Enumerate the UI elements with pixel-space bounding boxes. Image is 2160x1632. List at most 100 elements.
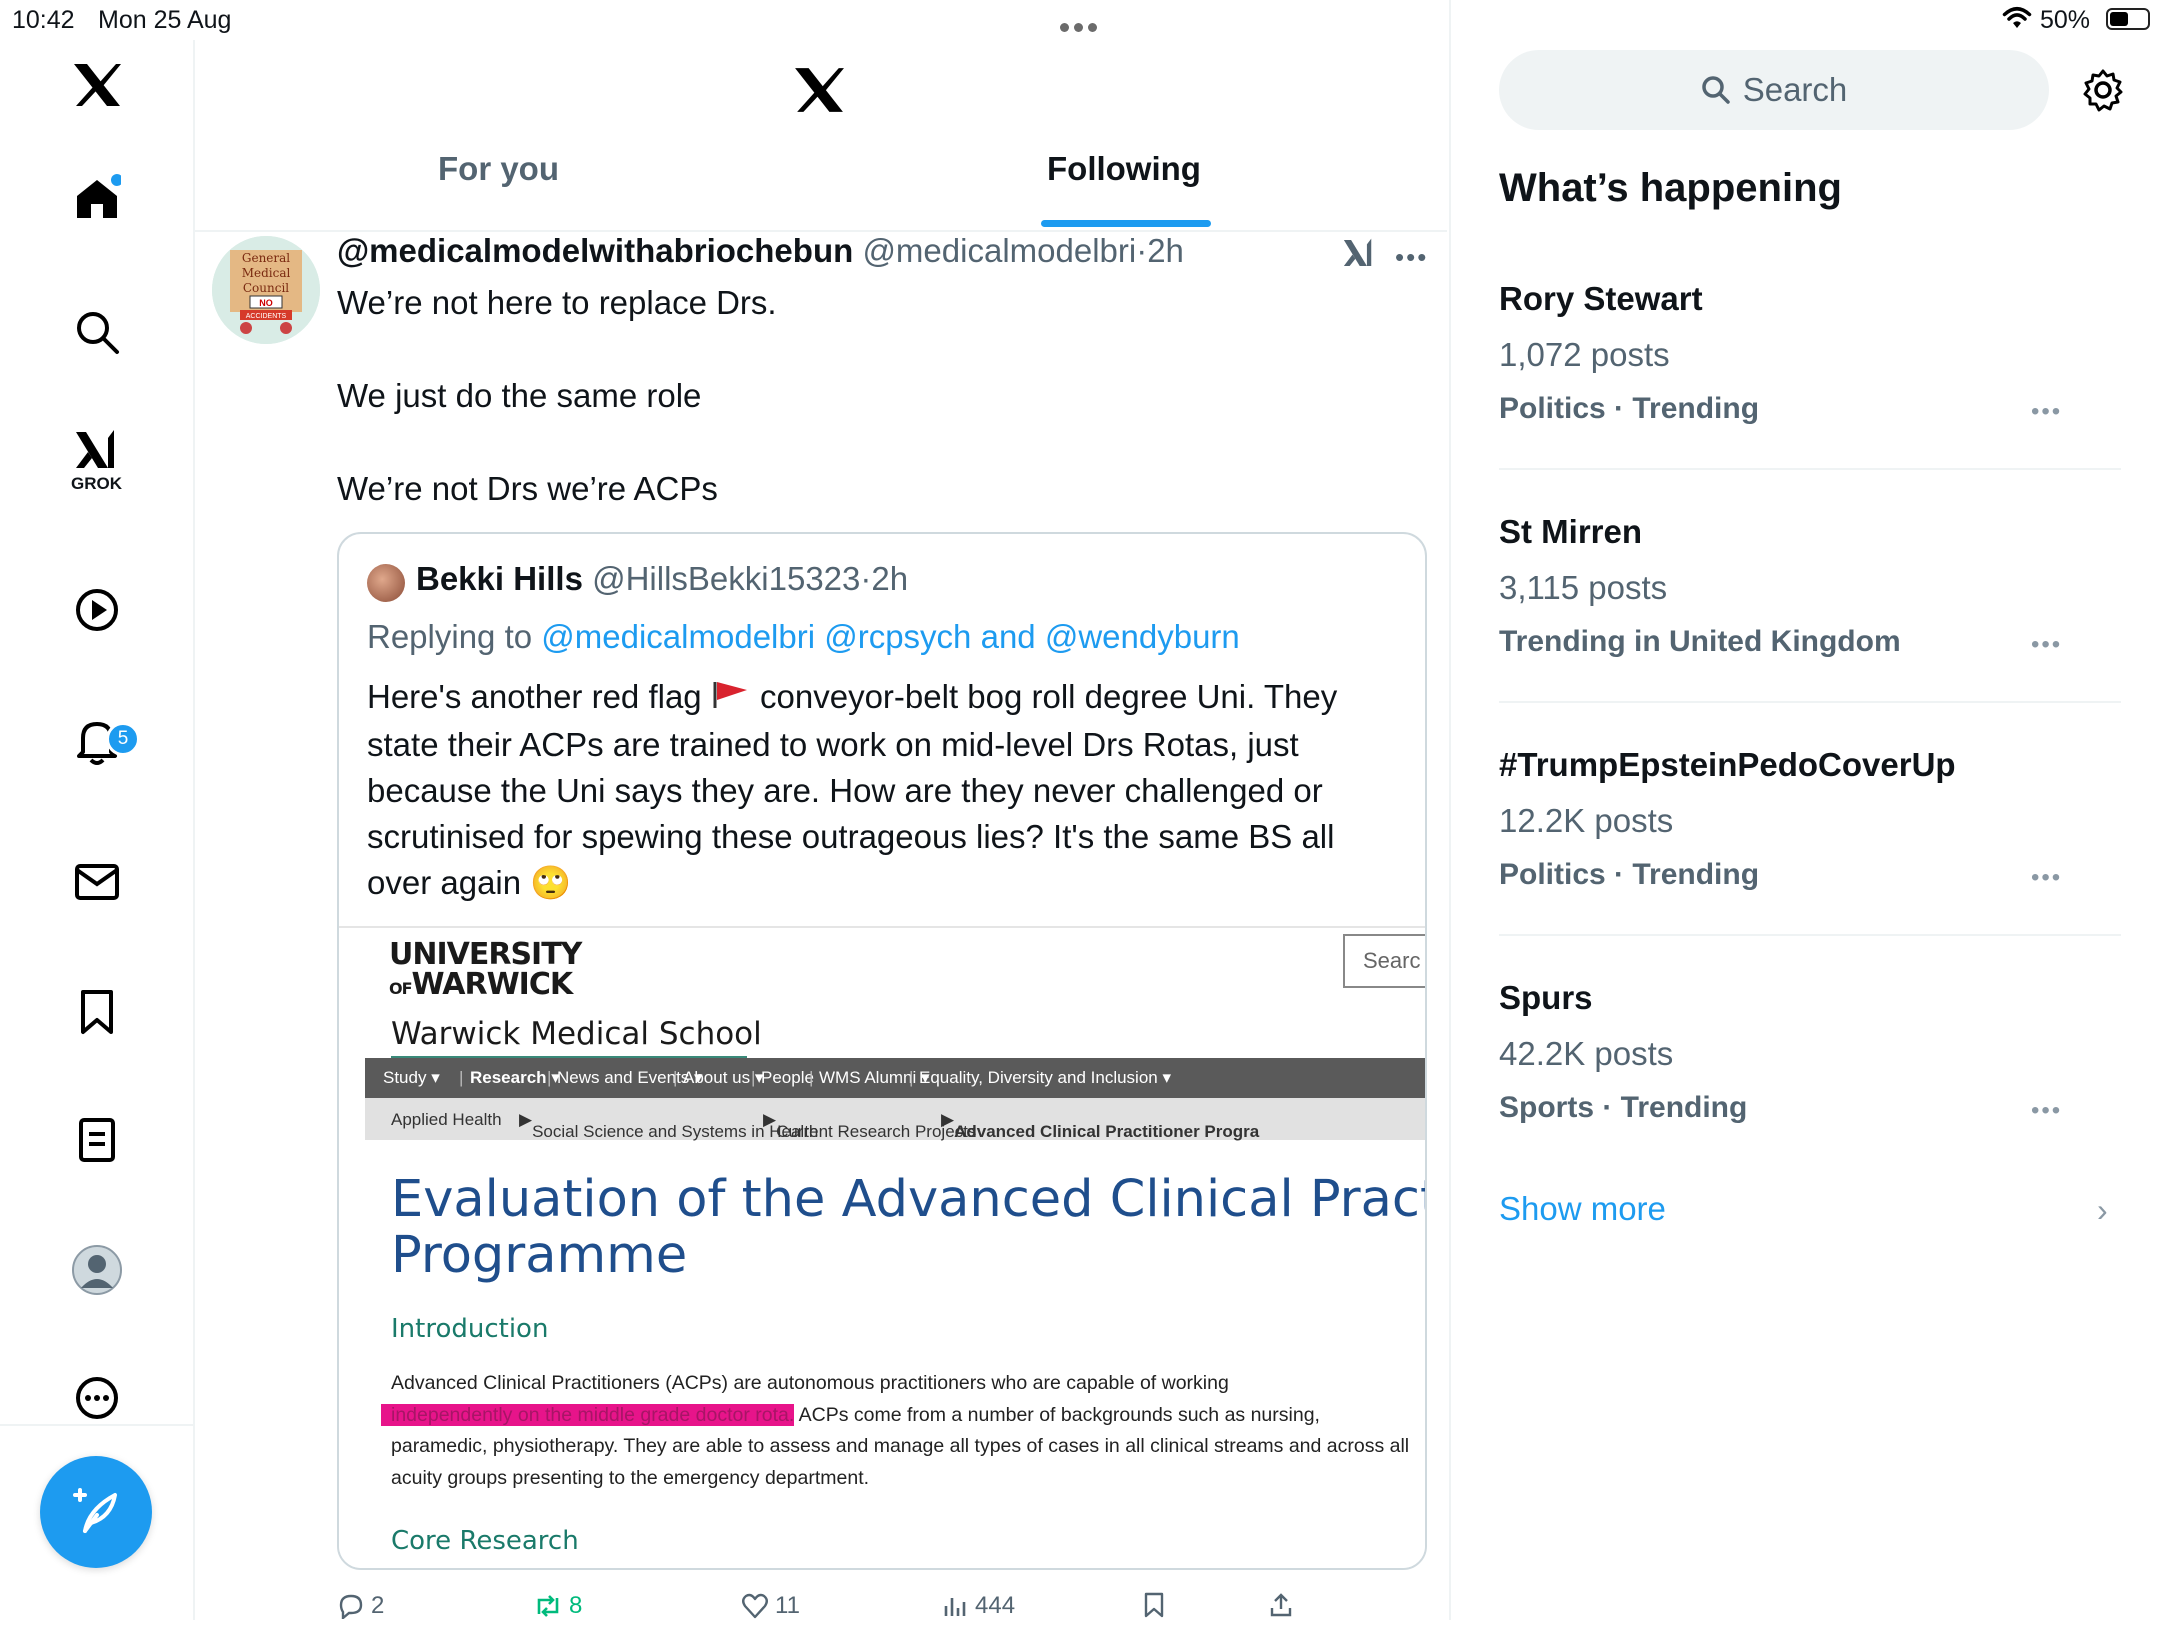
site-breadcrumb: Applied Health ▶ Social Science and Syst… [365,1098,1425,1141]
bookmarks-icon[interactable] [0,988,193,1036]
like-button[interactable]: 11 [741,1592,800,1620]
profile-avatar-icon[interactable] [0,1244,193,1296]
compose-post-button[interactable] [40,1456,152,1568]
x-logo-icon[interactable] [0,62,193,108]
bookmark-button[interactable] [1143,1592,1165,1618]
site-nav-item: Equality, Diversity and Inclusion ▾ [919,1068,1171,1087]
settings-gear-icon[interactable] [2081,68,2125,117]
reply-button[interactable]: 2 [337,1592,384,1620]
tweet-actions: 2 8 11 444 [337,1592,1437,1632]
university-logo: UNIVERSITY OFWARWICK [389,937,582,1004]
site-nav-separator: | [751,1068,756,1087]
site-nav-item: News and Events ▾ [557,1068,703,1087]
tweet-time[interactable]: 2h [1147,232,1184,269]
search-icon[interactable] [0,308,193,356]
timeline-tabs: For you Following [195,150,1447,232]
site-nav-separator: | [809,1068,814,1087]
article-title: Evaluation of the Advanced Clinical Prac… [391,1172,1425,1285]
heart-icon [742,1593,768,1619]
red-flag-emoji-icon [711,676,751,722]
avatar-text-1: General [242,251,290,265]
left-navigation: GROK 5 [0,40,195,1620]
quoted-tweet-header: Bekki Hills @HillsBekki15323·2h [416,560,908,598]
trend-more-icon[interactable]: ••• [2031,398,2062,426]
messages-envelope-icon[interactable] [0,862,193,902]
lists-icon[interactable] [0,1116,193,1164]
site-nav-separator: | [909,1068,914,1087]
tweet-more-icon[interactable]: ••• [1395,242,1428,273]
logo-line1: UNIVERSITY [389,937,582,972]
site-search-box: Searc [1343,934,1425,988]
eye-roll-emoji: 🙄 [530,864,572,902]
quoted-author-name[interactable]: Bekki Hills [416,560,583,597]
quoted-text-part: Here's another red flag [367,678,702,715]
bookmark-icon [1144,1592,1164,1618]
quoted-author-avatar[interactable] [367,564,405,602]
tweet-line: We’re not here to replace Drs. [337,284,777,321]
breadcrumb-item: ▶ Social Science and Systems in Health [519,1110,819,1141]
trend-name: St Mirren [1499,513,1643,550]
quoted-author-handle[interactable]: @HillsBekki15323 [592,560,860,597]
home-icon[interactable] [0,174,193,222]
search-input[interactable]: Search [1499,50,2049,130]
active-tab-indicator [1041,220,1211,227]
tweet-author-name[interactable]: @medicalmodelwithabriochebun [337,232,853,269]
mention-link[interactable]: @medicalmodelbri [541,618,815,655]
x-header-logo-icon[interactable] [793,66,845,119]
search-placeholder: Search [1742,71,1848,108]
grok-icon[interactable]: GROK [0,428,193,494]
breadcrumb-item: Applied Health [391,1110,502,1129]
grok-explain-icon[interactable] [1341,236,1377,275]
replying-to-prefix: Replying to [367,618,533,655]
trend-more-icon[interactable]: ••• [2031,1097,2062,1125]
site-nav-item: Study ▾ [383,1068,440,1087]
trend-name: Spurs [1499,979,1593,1016]
tweet-author-handle[interactable]: @medicalmodelbri [862,232,1136,269]
share-button[interactable] [1269,1592,1293,1618]
views-chart-icon [944,1598,966,1616]
notifications-badge: 5 [106,722,140,756]
quoted-tweet[interactable]: Bekki Hills @HillsBekki15323·2h Replying… [337,532,1427,1570]
mention-link[interactable]: @rcpsych [824,618,971,655]
tweet-line: We just do the same role [337,377,702,414]
status-time: 10:42 [12,6,75,34]
tweet-header: @medicalmodelwithabriochebun @medicalmod… [337,232,1184,270]
trend-more-icon[interactable]: ••• [2031,631,2062,659]
logo-line2: WARWICK [411,967,574,1002]
trend-category: Politics · Trending [1499,858,1760,891]
show-more-link[interactable]: Show more [1499,1190,1666,1228]
trend-name: #TrumpEpsteinPedoCoverUp [1499,746,1956,783]
avatar-text-5: ACCIDENTS [246,313,287,320]
views-button[interactable]: 444 [943,1592,1015,1620]
school-name: Warwick Medical School [391,1016,762,1052]
tab-for-you[interactable]: For you [438,150,559,230]
video-icon[interactable] [0,586,193,634]
trend-category: Sports · Trending [1499,1091,1748,1124]
trend-posts: 12.2K posts [1499,802,1674,839]
chevron-right-icon[interactable]: › [2097,1192,2108,1229]
repost-button[interactable]: 8 [533,1592,582,1620]
compose-feather-icon [73,1488,117,1533]
notifications-bell-icon[interactable] [0,716,193,768]
site-nav-separator: | [673,1068,678,1087]
search-icon [1701,76,1730,104]
site-nav-bar: Study ▾ | Research ▾ | News and Events ▾… [365,1058,1425,1098]
tweet-text: We’re not here to replace Drs. We just d… [337,280,777,559]
article-title-line: Programme [391,1226,688,1285]
quoted-media-screenshot[interactable]: UNIVERSITY OFWARWICK Searc Warwick Medic… [339,926,1425,1568]
breadcrumb-item: ▶ Current Research Projects [763,1110,977,1141]
more-options-icon[interactable] [0,1374,193,1422]
tweet-author-avatar[interactable]: General Medical Council NO ACCIDENTS [212,236,320,344]
logo-of: OF [389,979,413,998]
trend-posts: 1,072 posts [1499,336,1670,373]
quoted-dot: · [860,560,872,597]
mention-link[interactable]: @wendyburn [1045,618,1240,655]
trend-category: Politics · Trending [1499,392,1760,425]
breadcrumb-item: ▶ Advanced Clinical Practitioner Progra [941,1110,1260,1141]
tab-following[interactable]: Following [1047,150,1201,230]
site-nav-separator: | [547,1068,552,1087]
trend-category: Trending in United Kingdom [1499,625,1901,658]
trend-divider [1499,701,2121,703]
quoted-time: 2h [871,560,909,597]
trend-more-icon[interactable]: ••• [2031,864,2062,892]
